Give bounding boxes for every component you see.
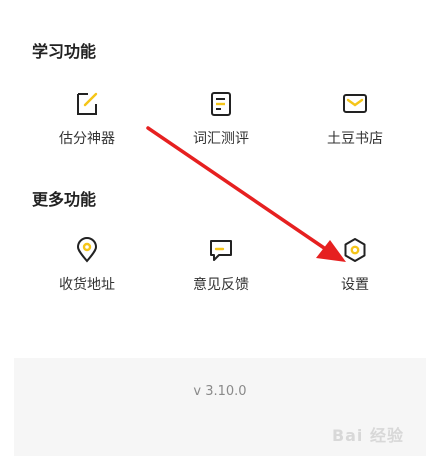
section-title-learning: 学习功能 [32, 42, 97, 61]
menu-item-label: 收货地址 [59, 277, 115, 293]
location-pin-icon [76, 237, 98, 263]
menu-item-settings[interactable]: 设置 [300, 236, 410, 316]
menu-item-label: 词汇测评 [193, 131, 249, 147]
menu-item-vocab-test[interactable]: 词汇测评 [166, 90, 276, 170]
watermark: Bai 经验 [331, 426, 404, 445]
settings-icon [344, 238, 366, 262]
menu-item-shipping-address[interactable]: 收货地址 [32, 236, 142, 316]
menu-item-feedback[interactable]: 意见反馈 [166, 236, 276, 316]
version-text: v 3.10.0 [193, 384, 247, 399]
menu-item-score-estimator[interactable]: 估分神器 [32, 90, 142, 170]
mail-icon [343, 94, 367, 113]
menu-item-label: 设置 [341, 277, 369, 293]
menu-item-bookstore[interactable]: 土豆书店 [300, 90, 410, 170]
menu-item-label: 估分神器 [59, 131, 115, 147]
page: 学习功能 估分神器 词汇测评 土豆书店 更多功能 收货地址 意见反馈 设置 v … [0, 0, 434, 456]
menu-item-label: 土豆书店 [327, 131, 383, 147]
footer: v 3.10.0 Bai 经验 [14, 358, 426, 456]
document-icon [211, 92, 231, 116]
section-title-more: 更多功能 [32, 190, 97, 209]
menu-item-label: 意见反馈 [193, 277, 249, 293]
feedback-icon [210, 240, 232, 261]
edit-icon [77, 92, 98, 115]
